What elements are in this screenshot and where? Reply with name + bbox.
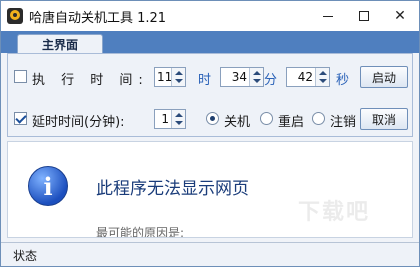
minimize-icon xyxy=(323,15,333,17)
app-logo-icon xyxy=(7,8,23,24)
spin-up-icon xyxy=(319,71,327,75)
hour-value: 11 xyxy=(157,70,173,84)
spin-down-icon xyxy=(319,79,327,83)
spin-down-icon xyxy=(253,79,261,83)
delay-checkbox[interactable] xyxy=(14,112,27,125)
exec-time-row: 执 行 时 间: 11 时 34 分 42 秒 启动 xyxy=(8,66,412,88)
close-button[interactable]: ✕ xyxy=(383,1,417,31)
delay-minutes-spinner[interactable]: 1 xyxy=(154,109,186,129)
window-title: 哈唐自动关机工具 1.21 xyxy=(29,11,167,26)
error-title: 此程序无法显示网页 xyxy=(96,179,249,199)
title-bar: 哈唐自动关机工具 1.21 ✕ xyxy=(1,1,419,31)
minimize-button[interactable] xyxy=(311,1,345,31)
logoff-radio[interactable] xyxy=(312,112,325,125)
status-bar: 状态 xyxy=(1,242,419,266)
hour-spinner[interactable]: 11 xyxy=(154,67,186,87)
shutdown-label: 关机 xyxy=(224,115,251,130)
logoff-label: 注销 xyxy=(330,115,357,130)
minute-unit: 分 xyxy=(264,73,278,88)
maximize-icon xyxy=(359,11,369,21)
second-value: 42 xyxy=(297,70,313,84)
info-icon: i xyxy=(28,166,68,206)
hour-spin-arrows[interactable] xyxy=(171,68,185,86)
spin-down-icon xyxy=(175,79,183,83)
error-subtitle: 最可能的原因是: xyxy=(96,226,185,238)
second-spin-arrows[interactable] xyxy=(315,68,329,86)
exec-time-checkbox[interactable] xyxy=(14,70,27,83)
cancel-button[interactable]: 取消 xyxy=(360,108,408,130)
minute-spinner[interactable]: 34 xyxy=(220,67,264,87)
second-spinner[interactable]: 42 xyxy=(286,67,330,87)
second-unit: 秒 xyxy=(336,73,350,88)
delay-spin-arrows[interactable] xyxy=(171,110,185,128)
app-window: 哈唐自动关机工具 1.21 ✕ 主界面 执 行 时 间: 11 时 34 分 4… xyxy=(0,0,420,267)
maximize-button[interactable] xyxy=(347,1,381,31)
restart-label: 重启 xyxy=(278,115,305,130)
spin-up-icon xyxy=(175,71,183,75)
spin-up-icon xyxy=(175,113,183,117)
tab-strip: 主界面 xyxy=(1,31,419,54)
spin-up-icon xyxy=(253,71,261,75)
restart-radio[interactable] xyxy=(260,112,273,125)
close-icon: ✕ xyxy=(394,8,406,24)
exec-time-label: 执 行 时 间: xyxy=(32,73,149,88)
watermark: 下载吧 xyxy=(298,200,371,225)
status-text: 状态 xyxy=(13,249,38,263)
minute-spin-arrows[interactable] xyxy=(249,68,263,86)
start-button[interactable]: 启动 xyxy=(360,66,408,88)
settings-panel: 执 行 时 间: 11 时 34 分 42 秒 启动 延时时间(分钟): 1 关… xyxy=(7,53,413,137)
embedded-browser[interactable]: i 此程序无法显示网页 最可能的原因是: 下载吧 xyxy=(7,141,413,238)
tab-main[interactable]: 主界面 xyxy=(17,34,103,54)
delay-label: 延时时间(分钟): xyxy=(32,115,125,130)
hour-unit: 时 xyxy=(198,73,212,88)
shutdown-radio[interactable] xyxy=(206,112,219,125)
minute-value: 34 xyxy=(231,70,247,84)
spin-down-icon xyxy=(175,121,183,125)
delay-minutes-value: 1 xyxy=(161,112,169,126)
delay-row: 延时时间(分钟): 1 关机 重启 注销 取消 xyxy=(8,108,412,130)
